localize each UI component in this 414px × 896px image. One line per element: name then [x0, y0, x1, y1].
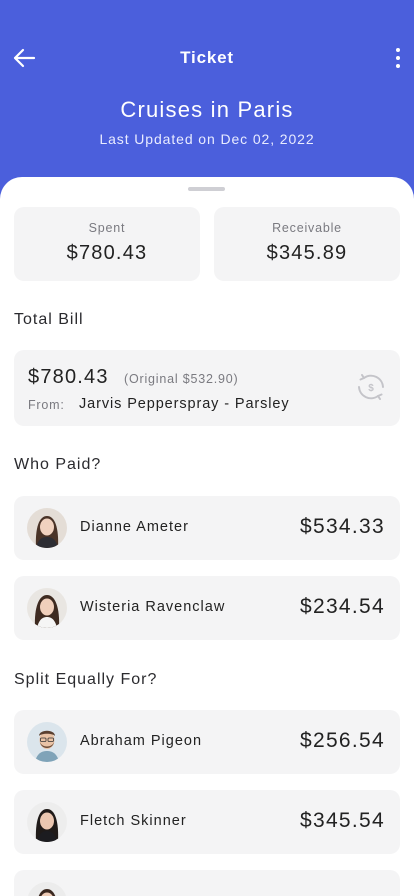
last-updated-text: Last Updated on Dec 02, 2022 — [99, 131, 315, 147]
spent-value: $780.43 — [66, 242, 148, 264]
avatar — [27, 508, 67, 548]
bill-amount: $780.43 — [28, 366, 109, 388]
spent-label: Spent — [88, 221, 126, 235]
avatar — [27, 588, 67, 628]
split-heading: Split Equally For? — [14, 671, 158, 688]
bill-original-amount: (Original $532.90) — [124, 372, 239, 386]
svg-text:$: $ — [368, 383, 374, 394]
receivable-card: Receivable $345.89 — [214, 207, 400, 281]
split-row[interactable] — [14, 870, 400, 896]
split-person-name: Fletch Skinner — [80, 813, 187, 829]
sheet-drag-handle[interactable] — [188, 187, 225, 191]
bill-from-value: Jarvis Pepperspray - Parsley — [79, 396, 290, 412]
who-paid-heading: Who Paid? — [14, 456, 102, 473]
page-title: Ticket — [180, 48, 234, 67]
avatar — [27, 882, 67, 896]
payer-amount: $234.54 — [299, 595, 385, 618]
spent-card: Spent $780.43 — [14, 207, 200, 281]
split-person-name: Abraham Pigeon — [80, 733, 203, 749]
payer-name: Wisteria Ravenclaw — [80, 599, 226, 615]
payer-row[interactable]: Dianne Ameter $534.33 — [14, 496, 400, 560]
event-title: Cruises in Paris — [120, 97, 294, 122]
bill-from-label: From: — [28, 398, 65, 412]
avatar — [27, 722, 67, 762]
avatar — [27, 802, 67, 842]
payer-amount: $534.33 — [299, 515, 385, 538]
receivable-value: $345.89 — [266, 242, 348, 264]
more-options-button[interactable] — [390, 44, 406, 72]
split-row[interactable]: Fletch Skinner $345.54 — [14, 790, 400, 854]
payer-row[interactable]: Wisteria Ravenclaw $234.54 — [14, 576, 400, 640]
header: Ticket Cruises in Paris Last Updated on … — [0, 0, 414, 200]
split-row[interactable]: Abraham Pigeon $256.54 — [14, 710, 400, 774]
payer-name: Dianne Ameter — [80, 519, 189, 535]
more-vertical-icon — [396, 48, 400, 52]
split-person-amount: $256.54 — [299, 729, 385, 752]
total-bill-heading: Total Bill — [14, 311, 84, 328]
total-bill-card[interactable]: $780.43 (Original $532.90) From: Jarvis … — [14, 350, 400, 426]
bottom-sheet: Spent $780.43 Receivable $345.89 Total B… — [0, 177, 414, 896]
receivable-label: Receivable — [272, 221, 342, 235]
split-person-amount: $345.54 — [299, 809, 385, 832]
currency-refresh-icon[interactable]: $ — [356, 372, 386, 402]
